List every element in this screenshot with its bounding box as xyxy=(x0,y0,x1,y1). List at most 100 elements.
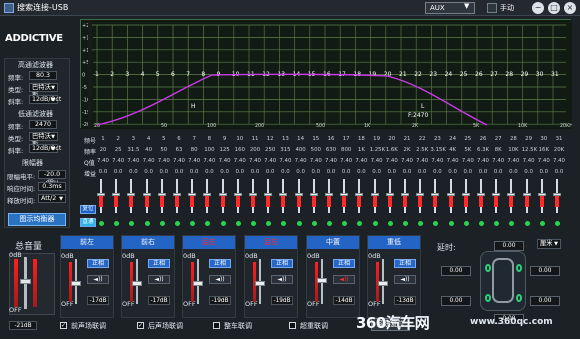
gain-cell[interactable]: 0.0 xyxy=(218,169,232,175)
gain-cell[interactable]: 0.0 xyxy=(324,169,338,175)
gain-cell[interactable]: 0.0 xyxy=(248,169,262,175)
q-cell[interactable]: 7.40 xyxy=(233,158,247,164)
q-cell[interactable]: 7.40 xyxy=(172,158,186,164)
gain-cell[interactable]: 0.0 xyxy=(126,169,140,175)
eq-slider-handle[interactable] xyxy=(279,193,288,196)
q-cell[interactable]: 7.40 xyxy=(142,158,156,164)
channel-slider-handle[interactable] xyxy=(132,281,142,286)
eq-slider-handle[interactable] xyxy=(553,193,561,196)
gain-cell[interactable]: 0.0 xyxy=(385,169,399,175)
q-cell[interactable]: 7.40 xyxy=(218,158,232,164)
gain-cell[interactable]: 0.0 xyxy=(370,169,384,175)
eq-slider-handle[interactable] xyxy=(370,193,379,196)
freqs-cell[interactable]: 250 xyxy=(263,147,277,153)
eq-slider-handle[interactable] xyxy=(97,193,105,196)
freqs-cell[interactable]: 125 xyxy=(218,147,232,153)
channel-name-button[interactable]: 前左 xyxy=(61,236,113,249)
q-cell[interactable]: 7.40 xyxy=(385,158,399,164)
gain-cell[interactable]: 0.0 xyxy=(294,169,308,175)
eq-slider-handle[interactable] xyxy=(188,193,197,196)
freqs-cell[interactable]: 500 xyxy=(309,147,323,153)
gain-cell[interactable]: 0.0 xyxy=(415,169,429,175)
freqs-cell[interactable]: 2K xyxy=(400,147,414,153)
gain-cell[interactable]: 0.0 xyxy=(354,169,368,175)
eq-enable-indicator[interactable] xyxy=(342,221,348,226)
lp-slope-select[interactable]: 12dB/Oct ▼ xyxy=(29,144,61,153)
eq-slider-handle[interactable] xyxy=(325,193,333,196)
sub-link-checkbox[interactable] xyxy=(289,322,296,329)
gain-cell[interactable]: 0.0 xyxy=(187,169,201,175)
eq-enable-indicator[interactable] xyxy=(539,221,545,226)
release-select[interactable]: Att/2 ▼ xyxy=(38,194,66,203)
speaker-icon[interactable]: ◄)) xyxy=(87,275,109,284)
eq-slider-handle[interactable] xyxy=(173,193,181,196)
freqs-cell[interactable]: 4K xyxy=(446,147,460,153)
phase-status-button[interactable]: 正相 xyxy=(87,259,109,268)
channel-name-button[interactable]: 中置 xyxy=(307,236,359,249)
eq-enable-indicator[interactable] xyxy=(463,221,469,226)
q-cell[interactable]: 7.40 xyxy=(294,158,308,164)
eq-slider-handle[interactable] xyxy=(477,193,485,196)
eq-slider-handle[interactable] xyxy=(401,193,409,196)
phase-status-button[interactable]: 正相 xyxy=(209,259,231,268)
channel-volume-field[interactable]: -14dB xyxy=(333,296,355,305)
freqs-cell[interactable]: 1.6K xyxy=(385,147,399,153)
q-cell[interactable]: 7.40 xyxy=(400,158,414,164)
channel-volume-field[interactable]: -17dB xyxy=(87,296,109,305)
eq-slider-handle[interactable] xyxy=(127,193,136,196)
master-slider-handle[interactable] xyxy=(20,279,31,284)
gain-cell[interactable]: 0.0 xyxy=(506,169,520,175)
freqs-cell[interactable]: 20 xyxy=(96,147,110,153)
eq-enable-indicator[interactable] xyxy=(296,221,302,226)
eq-enable-indicator[interactable] xyxy=(479,221,484,226)
q-cell[interactable]: 7.40 xyxy=(537,158,551,164)
speaker-icon[interactable]: ◄)) xyxy=(271,275,293,284)
speaker-icon[interactable]: ◄)) xyxy=(394,275,416,284)
eq-enable-indicator[interactable] xyxy=(448,221,454,226)
freqs-cell[interactable]: 6.3K xyxy=(476,147,490,153)
eq-enable-indicator[interactable] xyxy=(99,221,104,226)
eq-slider-handle[interactable] xyxy=(157,193,166,196)
channel-name-button[interactable]: 重低 xyxy=(368,236,420,249)
lp-type-select[interactable]: 巴特沃斯▼ xyxy=(29,132,58,148)
graphic-eq-button[interactable]: 图示均衡器 xyxy=(8,213,66,226)
eq-slider-handle[interactable] xyxy=(385,193,394,196)
eq-slider-handle[interactable] xyxy=(340,193,349,196)
q-cell[interactable]: 7.40 xyxy=(491,158,505,164)
gain-cell[interactable]: 0.0 xyxy=(263,169,277,175)
eq-slider-handle[interactable] xyxy=(355,193,364,196)
eq-slider-handle[interactable] xyxy=(492,193,501,196)
q-cell[interactable]: 7.40 xyxy=(354,158,368,164)
eq-enable-indicator[interactable] xyxy=(235,221,241,226)
q-cell[interactable]: 7.40 xyxy=(370,158,384,164)
freqs-cell[interactable]: 315 xyxy=(278,147,292,153)
eq-enable-indicator[interactable] xyxy=(175,221,180,226)
eq-enable-indicator[interactable] xyxy=(266,221,272,226)
q-cell[interactable]: 7.40 xyxy=(430,158,444,164)
eq-slider-handle[interactable] xyxy=(461,193,470,196)
q-cell[interactable]: 7.40 xyxy=(157,158,171,164)
channel-volume-field[interactable]: -13dB xyxy=(394,296,416,305)
freqs-cell[interactable]: 160 xyxy=(233,147,247,153)
eq-enable-indicator[interactable] xyxy=(205,221,211,226)
speaker-icon[interactable]: ◄)) xyxy=(148,275,170,284)
rear-link-checkbox[interactable]: ✓ xyxy=(137,322,144,329)
eq-enable-indicator[interactable] xyxy=(311,221,317,226)
front-left-delay-field[interactable]: 0.00 xyxy=(441,266,471,276)
minimize-button[interactable]: − xyxy=(532,2,544,14)
channel-name-button[interactable]: 后右 xyxy=(245,236,297,249)
gain-cell[interactable]: 0.0 xyxy=(476,169,490,175)
front-right-delay-field[interactable]: 0.00 xyxy=(530,266,560,276)
eq-enable-indicator[interactable] xyxy=(387,221,393,226)
close-button[interactable]: × xyxy=(564,2,576,14)
manual-checkbox[interactable] xyxy=(487,3,497,13)
eq-enable-indicator[interactable] xyxy=(144,221,150,226)
phase-status-button[interactable]: 正相 xyxy=(148,259,170,268)
eq-enable-indicator[interactable] xyxy=(372,221,378,226)
eq-slider-handle[interactable] xyxy=(218,193,227,196)
gain-cell[interactable]: 0.0 xyxy=(491,169,505,175)
gain-cell[interactable]: 0.0 xyxy=(461,169,475,175)
gain-cell[interactable]: 0.0 xyxy=(537,169,551,175)
eq-enable-indicator[interactable] xyxy=(494,221,500,226)
freqs-cell[interactable]: 200 xyxy=(248,147,262,153)
